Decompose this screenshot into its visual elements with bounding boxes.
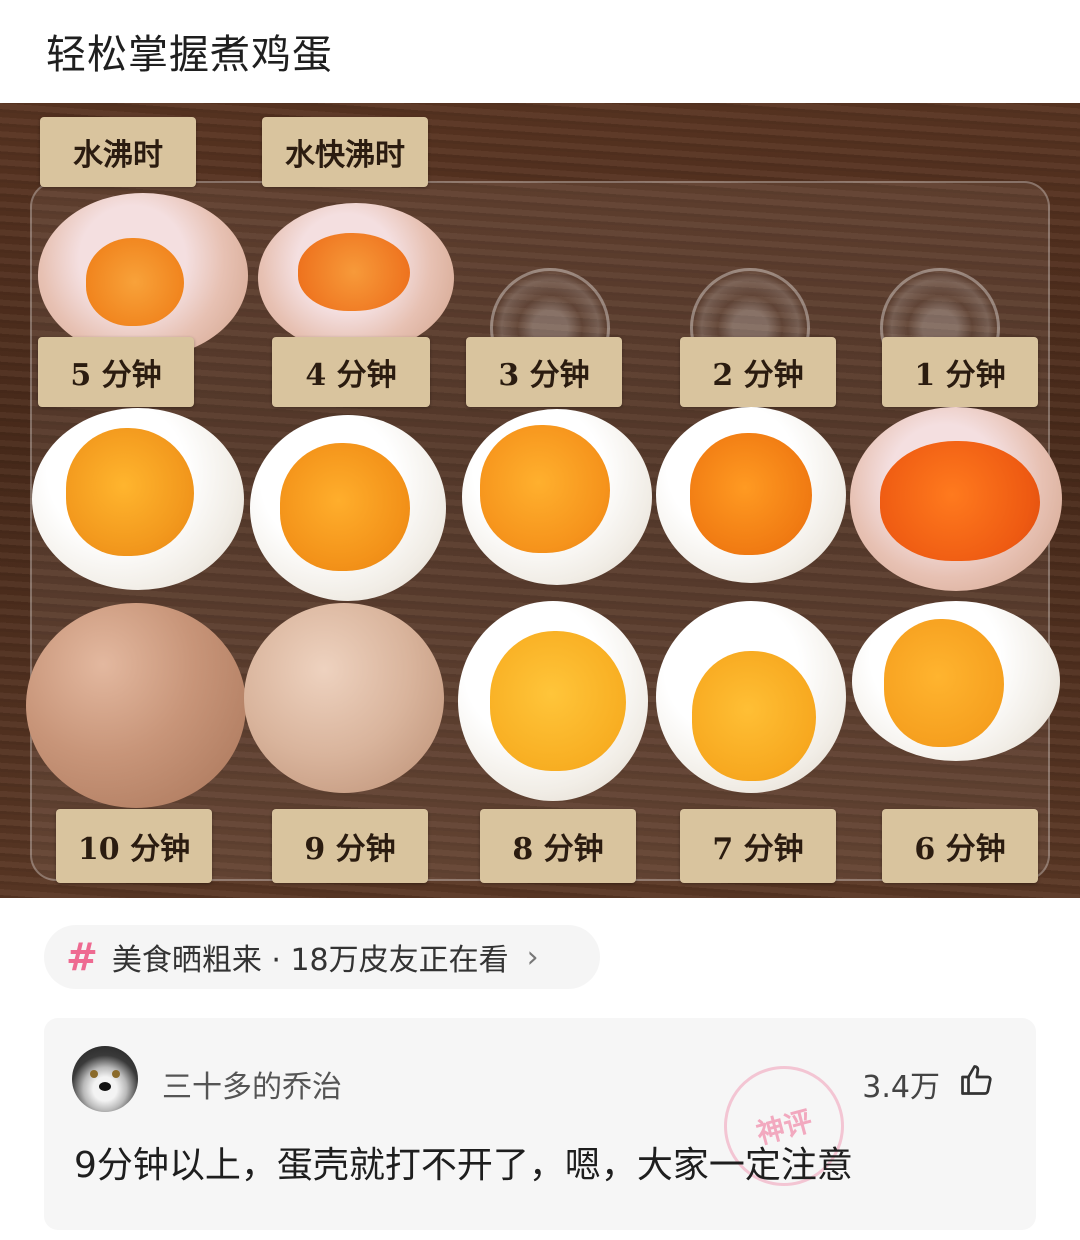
egg-9-min (244, 603, 444, 793)
egg-near-boiling-water (258, 203, 454, 353)
label-near-boiling-water: 水快沸时 (262, 117, 428, 187)
thumbs-up-icon[interactable] (958, 1062, 994, 1098)
label-10-min: 10 分钟 (56, 809, 212, 883)
egg-5-min (32, 408, 244, 590)
label-8-min: 8 分钟 (480, 809, 636, 883)
egg-7-min (656, 601, 846, 793)
egg-6-min (852, 601, 1060, 761)
like-count: 3.4万 (862, 1070, 940, 1105)
label-5-min: 5 分钟 (38, 337, 194, 407)
egg-boiling-photo[interactable]: 水沸时 水快沸时 5 分钟 4 分钟 3 分钟 2 分钟 1 分钟 10 分钟 … (0, 103, 1080, 898)
egg-8-min (458, 601, 648, 801)
avatar[interactable] (72, 1046, 138, 1112)
egg-4-min (250, 415, 446, 601)
egg-boiling-water (38, 193, 248, 358)
hashtag-chip[interactable]: # 美食晒粗来 · 18万皮友正在看 › (44, 925, 600, 989)
post-title: 轻松掌握煮鸡蛋 (46, 32, 333, 78)
chevron-right-icon: › (526, 939, 539, 975)
label-2-min: 2 分钟 (680, 337, 836, 407)
comment-text: 9分钟以上，蛋壳就打不开了，嗯，大家一定注意 (74, 1145, 853, 1186)
label-7-min: 7 分钟 (680, 809, 836, 883)
label-9-min: 9 分钟 (272, 809, 428, 883)
egg-10-min (26, 603, 246, 808)
egg-3-min (462, 409, 652, 585)
egg-2-min (656, 407, 846, 583)
label-4-min: 4 分钟 (272, 337, 430, 407)
label-1-min: 1 分钟 (882, 337, 1038, 407)
hashtag-text: 美食晒粗来 · 18万皮友正在看 (111, 943, 509, 978)
label-3-min: 3 分钟 (466, 337, 622, 407)
label-6-min: 6 分钟 (882, 809, 1038, 883)
hashtag-icon: # (66, 935, 98, 979)
comment-username[interactable]: 三十多的乔治 (162, 1062, 342, 1106)
top-comment-card[interactable]: 三十多的乔治 神评 3.4万 9分钟以上，蛋壳就打不开了，嗯，大家一定注意 (44, 1018, 1036, 1230)
egg-1-min (850, 407, 1062, 591)
label-boiling-water: 水沸时 (40, 117, 196, 187)
